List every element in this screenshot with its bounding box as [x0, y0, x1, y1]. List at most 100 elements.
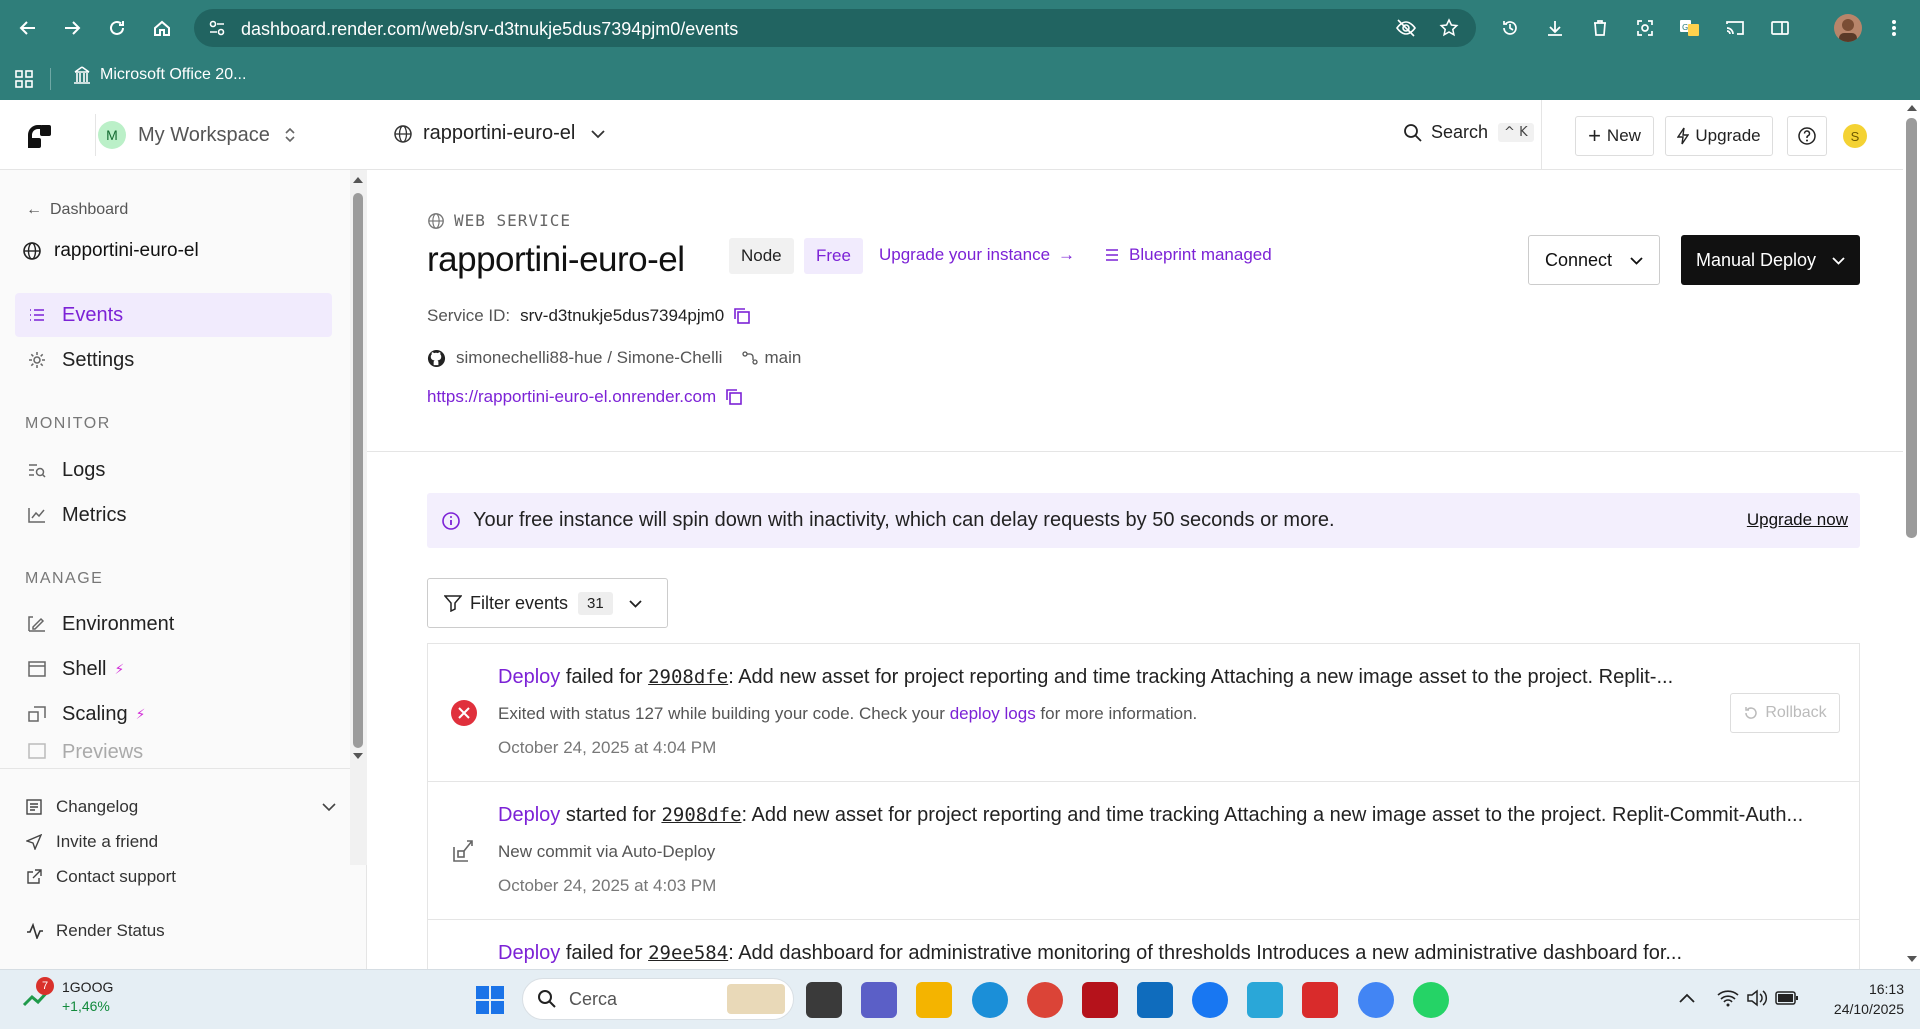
volume-icon[interactable] — [1746, 989, 1768, 1007]
cast-icon[interactable] — [1721, 14, 1749, 42]
upgrade-now-link[interactable]: Upgrade now — [1747, 510, 1848, 530]
battery-icon[interactable] — [1775, 990, 1799, 1006]
repo-row: simonechelli88-hue / Simone-Chelli main — [427, 348, 801, 368]
connect-button[interactable]: Connect — [1528, 235, 1660, 285]
manual-deploy-button[interactable]: Manual Deploy — [1681, 235, 1860, 285]
event-kind-link[interactable]: Deploy — [498, 666, 560, 688]
screenshot-icon[interactable] — [1631, 14, 1659, 42]
address-bar[interactable]: dashboard.render.com/web/srv-d3tnukje5du… — [194, 9, 1476, 47]
sidebar-item-metrics[interactable]: Metrics — [15, 493, 332, 537]
reload-button[interactable] — [103, 14, 131, 42]
filter-events-button[interactable]: Filter events 31 — [427, 578, 668, 628]
commit-sha-link[interactable]: 2908dfe — [648, 666, 728, 688]
sidebar-scrollbar-thumb[interactable] — [353, 193, 363, 748]
back-to-dashboard-link[interactable]: ← Dashboard — [26, 201, 128, 219]
sidebar-service-name[interactable]: rapportini-euro-el — [22, 240, 199, 262]
sidebar-item-previews[interactable]: Previews — [15, 737, 332, 765]
facebook-icon[interactable] — [1192, 982, 1228, 1018]
commit-sha-link[interactable]: 2908dfe — [661, 804, 741, 826]
deploy-logs-link[interactable]: deploy logs — [950, 704, 1036, 723]
invite-friend-link[interactable]: Invite a friend — [26, 832, 158, 852]
chevron-down-icon — [591, 129, 605, 138]
scroll-down-icon[interactable] — [352, 752, 364, 760]
home-button[interactable] — [148, 14, 176, 42]
error-icon — [451, 700, 477, 726]
upgrade-instance-label: Upgrade your instance — [879, 245, 1051, 264]
site-info-icon[interactable] — [208, 19, 226, 37]
taskview-icon[interactable] — [806, 982, 842, 1018]
sidebar-item-environment[interactable]: Environment — [15, 602, 332, 646]
pdf-icon[interactable] — [1302, 982, 1338, 1018]
sidebar-item-label: Shell — [62, 657, 107, 680]
download-icon[interactable] — [1541, 14, 1569, 42]
eye-off-icon[interactable] — [1395, 18, 1417, 38]
event-kind-link[interactable]: Deploy — [498, 804, 560, 826]
event-message: : Add new asset for project reporting an… — [728, 666, 1674, 688]
chevron-up-icon[interactable] — [1679, 992, 1695, 1004]
repo-link[interactable]: simonechelli88-hue / Simone-Chelli — [456, 348, 722, 368]
changelog-link[interactable]: Changelog — [26, 797, 341, 817]
upgrade-label: Upgrade — [1695, 126, 1761, 145]
office-icon[interactable] — [1082, 982, 1118, 1018]
menu-icon[interactable] — [1880, 14, 1908, 42]
apps-grid-icon[interactable] — [15, 70, 33, 88]
browser-chrome: dashboard.render.com/web/srv-d3tnukje5du… — [0, 0, 1920, 100]
render-status-link[interactable]: Render Status — [26, 921, 165, 941]
sidebar-item-scaling[interactable]: Scaling ⚡ — [15, 692, 332, 736]
bookmark-office[interactable]: Microsoft Office 20... — [72, 65, 246, 85]
deploy-started-icon — [453, 840, 473, 862]
sidebar: M My Workspace ← Dashboard rapportini-eu… — [0, 100, 367, 969]
scroll-up-icon[interactable] — [1906, 104, 1918, 112]
blueprint-link[interactable]: Blueprint managed — [1105, 245, 1272, 265]
translate-icon[interactable]: G — [1676, 14, 1704, 42]
chrome-profile-icon[interactable] — [1358, 982, 1394, 1018]
profile-avatar[interactable] — [1834, 14, 1862, 42]
history-icon[interactable] — [1496, 14, 1524, 42]
clock-time: 16:13 — [1868, 981, 1904, 997]
gear-icon — [27, 350, 47, 370]
service-url-link[interactable]: https://rapportini-euro-el.onrender.com — [427, 387, 716, 407]
telegram-icon[interactable] — [1247, 982, 1283, 1018]
bolt-icon: ⚡ — [114, 660, 125, 677]
status-label: Render Status — [56, 921, 165, 940]
trash-icon[interactable] — [1586, 14, 1614, 42]
windows-start-icon[interactable] — [472, 982, 508, 1018]
copy-icon[interactable] — [725, 388, 743, 406]
scroll-up-icon[interactable] — [352, 176, 364, 184]
help-button[interactable] — [1787, 116, 1827, 156]
user-avatar[interactable]: S — [1843, 124, 1867, 148]
forward-button[interactable] — [58, 14, 86, 42]
service-switcher[interactable]: rapportini-euro-el — [393, 122, 605, 145]
back-button[interactable] — [14, 14, 42, 42]
star-icon[interactable] — [1439, 18, 1459, 38]
chrome-icon[interactable] — [1027, 982, 1063, 1018]
new-button[interactable]: + New — [1575, 116, 1654, 156]
monitor-section-title: MONITOR — [25, 415, 111, 432]
event-kind-link[interactable]: Deploy — [498, 942, 560, 964]
sidebar-item-events[interactable]: Events — [15, 293, 332, 337]
edge-icon[interactable] — [972, 982, 1008, 1018]
search-button[interactable]: Search ^ K — [1403, 122, 1534, 143]
taskbar-search[interactable]: Cerca — [522, 978, 794, 1020]
scroll-down-icon[interactable] — [1906, 955, 1918, 963]
side-panel-icon[interactable] — [1766, 14, 1794, 42]
whatsapp-icon[interactable] — [1413, 982, 1449, 1018]
workspace-switcher[interactable]: M My Workspace — [95, 114, 310, 156]
outlook-icon[interactable] — [1137, 982, 1173, 1018]
contact-support-link[interactable]: Contact support — [26, 867, 176, 887]
commit-sha-link[interactable]: 29ee584 — [648, 942, 728, 964]
sidebar-item-shell[interactable]: Shell ⚡ — [15, 647, 332, 691]
sidebar-item-settings[interactable]: Settings — [15, 338, 332, 382]
system-clock[interactable]: 16:13 24/10/2025 — [1818, 979, 1904, 1019]
render-logo-icon[interactable] — [26, 122, 54, 150]
page-scrollbar-thumb[interactable] — [1906, 118, 1917, 538]
sidebar-item-logs[interactable]: Logs — [15, 448, 332, 492]
copy-icon[interactable] — [733, 307, 751, 325]
wifi-icon[interactable] — [1717, 989, 1739, 1007]
file-explorer-icon[interactable] — [916, 982, 952, 1018]
upgrade-button[interactable]: Upgrade — [1665, 116, 1773, 156]
stock-widget[interactable]: 7 1GOOG +1,46% — [22, 977, 113, 1016]
rollback-button[interactable]: Rollback — [1730, 693, 1840, 733]
upgrade-instance-link[interactable]: Upgrade your instance → — [879, 245, 1075, 265]
teams-icon[interactable] — [861, 982, 897, 1018]
